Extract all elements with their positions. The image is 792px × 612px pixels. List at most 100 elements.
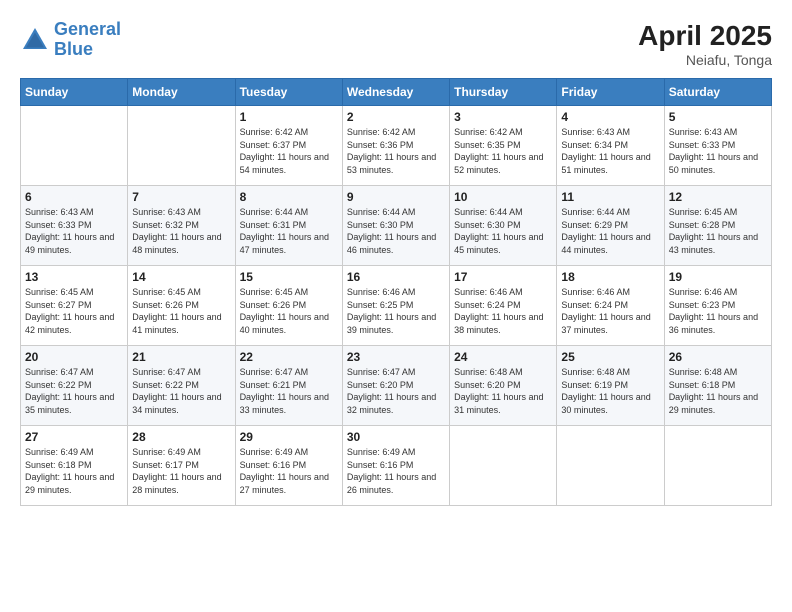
day-info: Sunrise: 6:46 AM Sunset: 6:25 PM Dayligh… — [347, 286, 445, 336]
logo-line2: Blue — [54, 39, 93, 59]
calendar-day-cell — [557, 426, 664, 506]
day-info: Sunrise: 6:47 AM Sunset: 6:21 PM Dayligh… — [240, 366, 338, 416]
calendar-day-cell: 11 Sunrise: 6:44 AM Sunset: 6:29 PM Dayli… — [557, 186, 664, 266]
day-number: 7 — [132, 190, 230, 204]
day-info: Sunrise: 6:42 AM Sunset: 6:35 PM Dayligh… — [454, 126, 552, 176]
calendar-week-row: 6 Sunrise: 6:43 AM Sunset: 6:33 PM Daylig… — [21, 186, 772, 266]
calendar-week-row: 27 Sunrise: 6:49 AM Sunset: 6:18 PM Dayli… — [21, 426, 772, 506]
calendar-day-cell: 18 Sunrise: 6:46 AM Sunset: 6:24 PM Dayli… — [557, 266, 664, 346]
day-number: 15 — [240, 270, 338, 284]
calendar-day-cell: 13 Sunrise: 6:45 AM Sunset: 6:27 PM Dayli… — [21, 266, 128, 346]
day-number: 1 — [240, 110, 338, 124]
day-number: 9 — [347, 190, 445, 204]
weekday-header: Friday — [557, 79, 664, 106]
day-info: Sunrise: 6:45 AM Sunset: 6:26 PM Dayligh… — [240, 286, 338, 336]
logo-text: General Blue — [54, 20, 121, 60]
calendar-day-cell: 25Sunrise: 6:48 AM Sunset: 6:19 PM Dayli… — [557, 346, 664, 426]
day-number: 4 — [561, 110, 659, 124]
day-info: Sunrise: 6:43 AM Sunset: 6:33 PM Dayligh… — [25, 206, 123, 256]
day-info: Sunrise: 6:43 AM Sunset: 6:32 PM Dayligh… — [132, 206, 230, 256]
day-info: Sunrise: 6:47 AM Sunset: 6:22 PM Dayligh… — [132, 366, 230, 416]
day-number: 14 — [132, 270, 230, 284]
day-info: Sunrise: 6:45 AM Sunset: 6:26 PM Dayligh… — [132, 286, 230, 336]
weekday-header: Saturday — [664, 79, 771, 106]
day-number: 27 — [25, 430, 123, 444]
calendar-day-cell: 5Sunrise: 6:43 AM Sunset: 6:33 PM Daylig… — [664, 106, 771, 186]
calendar-day-cell: 26Sunrise: 6:48 AM Sunset: 6:18 PM Dayli… — [664, 346, 771, 426]
day-info: Sunrise: 6:45 AM Sunset: 6:27 PM Dayligh… — [25, 286, 123, 336]
day-number: 16 — [347, 270, 445, 284]
calendar-day-cell: 7 Sunrise: 6:43 AM Sunset: 6:32 PM Daylig… — [128, 186, 235, 266]
calendar-day-cell: 19Sunrise: 6:46 AM Sunset: 6:23 PM Dayli… — [664, 266, 771, 346]
month-year: April 2025 — [638, 20, 772, 52]
weekday-header: Sunday — [21, 79, 128, 106]
calendar-day-cell: 21 Sunrise: 6:47 AM Sunset: 6:22 PM Dayli… — [128, 346, 235, 426]
location: Neiafu, Tonga — [638, 52, 772, 68]
day-number: 6 — [25, 190, 123, 204]
calendar-day-cell: 9Sunrise: 6:44 AM Sunset: 6:30 PM Daylig… — [342, 186, 449, 266]
calendar-day-cell: 16 Sunrise: 6:46 AM Sunset: 6:25 PM Dayli… — [342, 266, 449, 346]
calendar-day-cell — [21, 106, 128, 186]
weekday-header: Wednesday — [342, 79, 449, 106]
calendar-day-cell: 20Sunrise: 6:47 AM Sunset: 6:22 PM Dayli… — [21, 346, 128, 426]
calendar-day-cell: 4 Sunrise: 6:43 AM Sunset: 6:34 PM Daylig… — [557, 106, 664, 186]
calendar-day-cell: 24Sunrise: 6:48 AM Sunset: 6:20 PM Dayli… — [450, 346, 557, 426]
day-info: Sunrise: 6:42 AM Sunset: 6:36 PM Dayligh… — [347, 126, 445, 176]
day-number: 13 — [25, 270, 123, 284]
calendar-day-cell: 27 Sunrise: 6:49 AM Sunset: 6:18 PM Dayli… — [21, 426, 128, 506]
day-info: Sunrise: 6:43 AM Sunset: 6:34 PM Dayligh… — [561, 126, 659, 176]
weekday-header: Monday — [128, 79, 235, 106]
day-info: Sunrise: 6:48 AM Sunset: 6:19 PM Dayligh… — [561, 366, 659, 416]
day-number: 8 — [240, 190, 338, 204]
day-number: 11 — [561, 190, 659, 204]
day-number: 30 — [347, 430, 445, 444]
calendar-day-cell — [664, 426, 771, 506]
calendar-day-cell: 3 Sunrise: 6:42 AM Sunset: 6:35 PM Daylig… — [450, 106, 557, 186]
calendar-day-cell — [128, 106, 235, 186]
day-number: 17 — [454, 270, 552, 284]
day-number: 26 — [669, 350, 767, 364]
day-number: 28 — [132, 430, 230, 444]
weekday-header: Tuesday — [235, 79, 342, 106]
calendar-day-cell: 15 Sunrise: 6:45 AM Sunset: 6:26 PM Dayli… — [235, 266, 342, 346]
day-number: 2 — [347, 110, 445, 124]
calendar-day-cell: 2 Sunrise: 6:42 AM Sunset: 6:36 PM Daylig… — [342, 106, 449, 186]
page-header: General Blue April 2025 Neiafu, Tonga — [20, 20, 772, 68]
day-number: 23 — [347, 350, 445, 364]
logo-line1: General — [54, 19, 121, 39]
day-info: Sunrise: 6:49 AM Sunset: 6:17 PM Dayligh… — [132, 446, 230, 496]
calendar-day-cell: 10 Sunrise: 6:44 AM Sunset: 6:30 PM Dayli… — [450, 186, 557, 266]
day-info: Sunrise: 6:46 AM Sunset: 6:23 PM Dayligh… — [669, 286, 767, 336]
calendar-week-row: 20 Sunrise: 6:47 AM Sunset: 6:22 PM Dayli… — [21, 346, 772, 426]
day-info: Sunrise: 6:46 AM Sunset: 6:24 PM Dayligh… — [454, 286, 552, 336]
day-number: 21 — [132, 350, 230, 364]
day-number: 10 — [454, 190, 552, 204]
day-number: 20 — [25, 350, 123, 364]
day-info: Sunrise: 6:44 AM Sunset: 6:30 PM Dayligh… — [454, 206, 552, 256]
calendar-table: SundayMondayTuesdayWednesdayThursdayFrid… — [20, 78, 772, 506]
calendar-body: 1Sunrise: 6:42 AM Sunset: 6:37 PM Daylig… — [21, 106, 772, 506]
weekday-header-row: SundayMondayTuesdayWednesdayThursdayFrid… — [21, 79, 772, 106]
day-info: Sunrise: 6:49 AM Sunset: 6:16 PM Dayligh… — [347, 446, 445, 496]
day-info: Sunrise: 6:45 AM Sunset: 6:28 PM Dayligh… — [669, 206, 767, 256]
calendar-day-cell: 22 Sunrise: 6:47 AM Sunset: 6:21 PM Dayli… — [235, 346, 342, 426]
day-info: Sunrise: 6:49 AM Sunset: 6:16 PM Dayligh… — [240, 446, 338, 496]
calendar-day-cell: 17 Sunrise: 6:46 AM Sunset: 6:24 PM Dayli… — [450, 266, 557, 346]
day-info: Sunrise: 6:47 AM Sunset: 6:20 PM Dayligh… — [347, 366, 445, 416]
day-number: 29 — [240, 430, 338, 444]
calendar-day-cell: 28 Sunrise: 6:49 AM Sunset: 6:17 PM Dayli… — [128, 426, 235, 506]
calendar-day-cell: 1Sunrise: 6:42 AM Sunset: 6:37 PM Daylig… — [235, 106, 342, 186]
day-number: 18 — [561, 270, 659, 284]
calendar-day-cell: 12Sunrise: 6:45 AM Sunset: 6:28 PM Dayli… — [664, 186, 771, 266]
day-number: 3 — [454, 110, 552, 124]
calendar-day-cell: 30 Sunrise: 6:49 AM Sunset: 6:16 PM Dayli… — [342, 426, 449, 506]
day-info: Sunrise: 6:43 AM Sunset: 6:33 PM Dayligh… — [669, 126, 767, 176]
calendar-week-row: 13 Sunrise: 6:45 AM Sunset: 6:27 PM Dayli… — [21, 266, 772, 346]
day-info: Sunrise: 6:44 AM Sunset: 6:29 PM Dayligh… — [561, 206, 659, 256]
day-info: Sunrise: 6:44 AM Sunset: 6:31 PM Dayligh… — [240, 206, 338, 256]
day-info: Sunrise: 6:49 AM Sunset: 6:18 PM Dayligh… — [25, 446, 123, 496]
day-number: 24 — [454, 350, 552, 364]
day-number: 22 — [240, 350, 338, 364]
calendar-day-cell: 29 Sunrise: 6:49 AM Sunset: 6:16 PM Dayli… — [235, 426, 342, 506]
day-info: Sunrise: 6:46 AM Sunset: 6:24 PM Dayligh… — [561, 286, 659, 336]
